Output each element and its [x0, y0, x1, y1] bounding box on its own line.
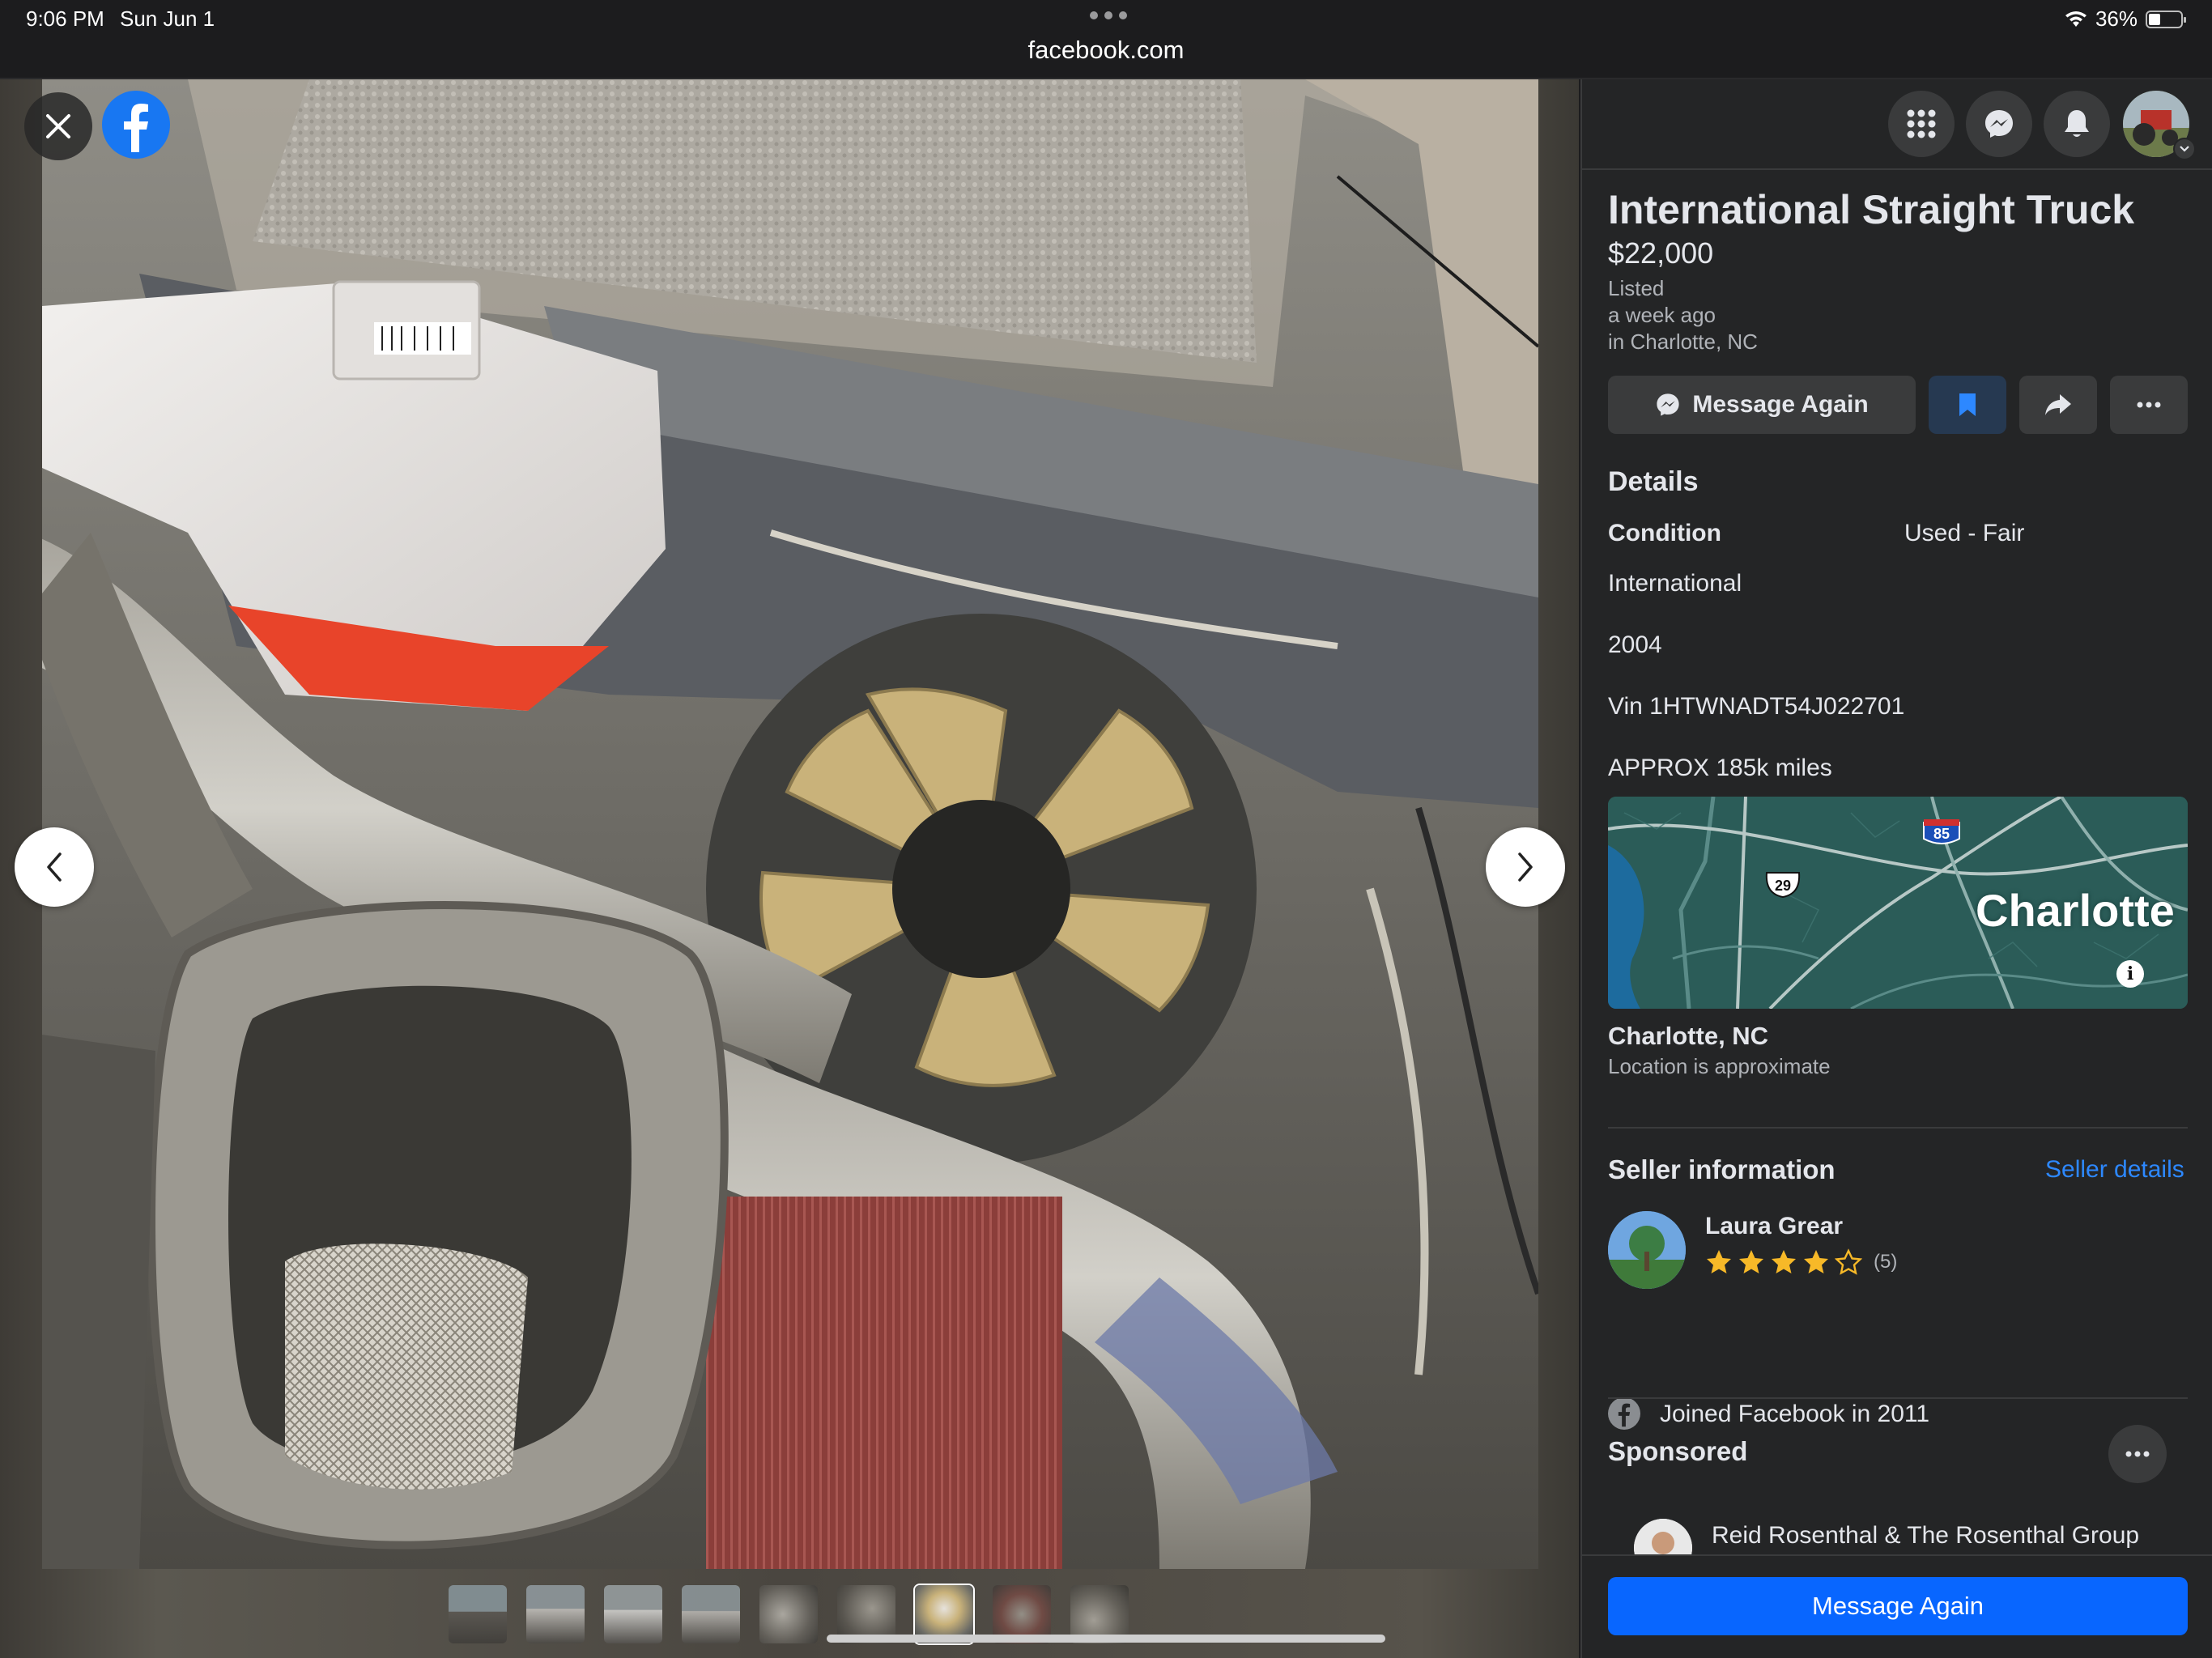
chevron-down-icon — [2180, 146, 2189, 152]
seller-details-link[interactable]: Seller details — [2045, 1156, 2184, 1184]
account-menu-button[interactable] — [2173, 138, 2196, 160]
photo-viewer — [0, 79, 1579, 1658]
messenger-button[interactable] — [1966, 91, 2032, 157]
save-listing-button[interactable] — [1929, 376, 2006, 434]
share-button[interactable] — [2019, 376, 2097, 434]
listing-meta: Listed a week ago in Charlotte, NC — [1608, 275, 1758, 355]
facebook-f-icon — [124, 104, 148, 152]
description-line: Vin 1HTWNADT54J022701 — [1608, 693, 1905, 720]
facebook-circle-icon — [1608, 1397, 1640, 1430]
star-filled-icon — [1707, 1250, 1731, 1273]
address-bar-url[interactable]: facebook.com — [0, 36, 2212, 65]
status-date: Sun Jun 1 — [120, 6, 215, 31]
message-again-button[interactable]: Message Again — [1608, 376, 1916, 434]
route-85-shield: 85 — [1933, 826, 1950, 842]
bottom-action-bar: Message Again — [1582, 1554, 2212, 1658]
location-name: Charlotte, NC — [1608, 1022, 1769, 1050]
seller-rating: (5) — [1705, 1248, 1897, 1276]
condition-label: Condition — [1608, 520, 1721, 546]
listing-actions: Message Again — [1608, 376, 2188, 434]
listed-label: Listed — [1608, 276, 1665, 300]
more-horizontal-icon — [2125, 1451, 2150, 1457]
listing-photo[interactable] — [42, 79, 1538, 1569]
share-arrow-icon — [2045, 394, 2071, 415]
home-indicator[interactable] — [827, 1635, 1385, 1643]
divider — [1608, 1397, 2188, 1399]
seller-info-heading: Seller information — [1608, 1154, 1836, 1184]
listing-details-panel: International Straight Truck $22,000 Lis… — [1580, 79, 2212, 1658]
listing-price: $22,000 — [1608, 236, 1714, 270]
seller-name[interactable]: Laura Grear — [1705, 1213, 1843, 1240]
status-time: 9:06 PM — [26, 6, 104, 31]
status-bar: 9:06 PM Sun Jun 1 facebook.com 36% — [0, 0, 2212, 79]
multitasking-dots-icon[interactable] — [1090, 11, 1127, 19]
message-again-primary-button[interactable]: Message Again — [1608, 1577, 2188, 1635]
status-indicators: 36% — [2065, 6, 2186, 32]
more-options-button[interactable] — [2110, 376, 2188, 434]
next-photo-button[interactable] — [1486, 827, 1565, 907]
star-filled-icon — [1739, 1250, 1763, 1273]
description-line: International — [1608, 570, 1742, 597]
photo-thumbnail[interactable] — [759, 1585, 818, 1643]
sponsored-options-button[interactable] — [2108, 1425, 2167, 1483]
listed-time: a week ago — [1608, 303, 1716, 327]
listed-location[interactable]: in Charlotte, NC — [1608, 329, 1758, 355]
close-icon — [46, 114, 70, 138]
listing-title: International Straight Truck — [1608, 187, 2135, 232]
rating-count: (5) — [1874, 1251, 1898, 1273]
star-filled-icon — [1772, 1250, 1796, 1273]
seller-photo-icon — [1608, 1211, 1686, 1289]
description-line: 2004 — [1608, 631, 1662, 658]
message-again-label: Message Again — [1692, 391, 1869, 418]
description-line: APPROX 185k miles — [1608, 755, 1832, 781]
photo-thumbnail[interactable] — [682, 1585, 740, 1643]
condition-value: Used - Fair — [1904, 520, 2025, 546]
location-note: Location is approximate — [1608, 1054, 1831, 1078]
divider — [1608, 1127, 2188, 1129]
more-horizontal-icon — [2137, 402, 2161, 408]
close-viewer-button[interactable] — [24, 92, 92, 160]
map-info-icon[interactable]: i — [2116, 960, 2144, 988]
details-heading: Details — [1608, 466, 1699, 497]
photo-thumbnail[interactable] — [449, 1585, 507, 1643]
top-navigation — [1582, 79, 2212, 170]
wifi-icon — [2065, 11, 2087, 27]
chevron-right-icon — [1518, 852, 1533, 882]
bookmark-icon — [1959, 393, 1976, 416]
messenger-icon — [1657, 393, 1679, 416]
route-29-shield: 29 — [1774, 878, 1792, 894]
joined-facebook-text: Joined Facebook in 2011 — [1660, 1401, 1930, 1427]
engine-photo-illustration — [42, 79, 1538, 1569]
notifications-button[interactable] — [2044, 91, 2110, 157]
battery-percent: 36% — [2095, 6, 2138, 31]
chevron-left-icon — [47, 852, 62, 882]
previous-photo-button[interactable] — [15, 827, 94, 907]
facebook-f-icon — [1618, 1403, 1631, 1427]
star-outline-icon — [1835, 1248, 1862, 1275]
location-map[interactable]: 85 29 Charlotte i — [1608, 797, 2188, 1009]
seller-avatar[interactable] — [1608, 1211, 1686, 1289]
battery-icon — [2146, 10, 2186, 28]
map-city-label: Charlotte — [1976, 885, 2175, 936]
menu-button[interactable] — [1888, 91, 1955, 157]
photo-thumbnail[interactable] — [604, 1585, 662, 1643]
bell-icon — [2065, 110, 2089, 137]
grid-menu-icon — [1907, 109, 1936, 138]
facebook-logo[interactable] — [102, 91, 170, 159]
photo-thumbnail[interactable] — [526, 1585, 585, 1643]
messenger-icon — [1985, 110, 2013, 138]
sponsored-heading: Sponsored — [1608, 1436, 1748, 1466]
star-filled-icon — [1804, 1250, 1828, 1273]
advertiser-name[interactable]: Reid Rosenthal & The Rosenthal Group — [1712, 1522, 2139, 1550]
